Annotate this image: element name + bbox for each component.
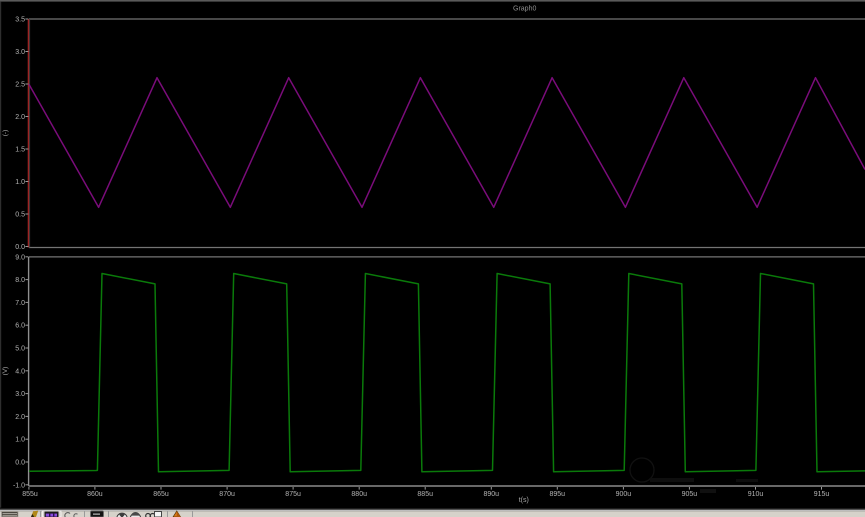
svg-text:3.5: 3.5	[15, 17, 25, 24]
svg-text:-1.0: -1.0	[13, 482, 25, 489]
svg-text:t(s): t(s)	[519, 497, 529, 504]
svg-text:0.0: 0.0	[15, 244, 25, 251]
svg-text:2.0: 2.0	[15, 414, 25, 421]
svg-text:6.0: 6.0	[15, 323, 25, 330]
svg-text:895u: 895u	[550, 491, 566, 498]
svg-text:880u: 880u	[351, 491, 367, 498]
svg-text:8.0: 8.0	[15, 277, 25, 284]
svg-text:Graph0: Graph0	[513, 5, 536, 12]
svg-text:4.0: 4.0	[15, 368, 25, 375]
svg-text:1.0: 1.0	[15, 437, 25, 444]
svg-text:5.0: 5.0	[15, 346, 25, 353]
svg-text:1.0: 1.0	[15, 179, 25, 186]
svg-text:0.0: 0.0	[15, 460, 25, 467]
svg-text:(-): (-)	[2, 130, 9, 137]
svg-text:855u: 855u	[22, 491, 38, 498]
svg-text:7.0: 7.0	[15, 300, 25, 307]
svg-text:2.0: 2.0	[15, 114, 25, 121]
svg-text:(V): (V)	[2, 367, 9, 376]
svg-text:900u: 900u	[616, 491, 632, 498]
svg-text:1.5: 1.5	[15, 147, 25, 154]
svg-text:2.5: 2.5	[15, 82, 25, 89]
svg-text:870u: 870u	[219, 491, 235, 498]
svg-text:9.0: 9.0	[15, 254, 25, 261]
svg-text:860u: 860u	[87, 491, 103, 498]
svg-text:3.0: 3.0	[15, 391, 25, 398]
svg-text:865u: 865u	[153, 491, 169, 498]
svg-text:885u: 885u	[417, 491, 433, 498]
svg-text:875u: 875u	[285, 491, 301, 498]
svg-text:3.0: 3.0	[15, 49, 25, 56]
svg-text:915u: 915u	[814, 491, 830, 498]
svg-text:890u: 890u	[484, 491, 500, 498]
svg-text:905u: 905u	[682, 491, 698, 498]
svg-text:0.5: 0.5	[15, 212, 25, 219]
svg-text:910u: 910u	[748, 491, 764, 498]
